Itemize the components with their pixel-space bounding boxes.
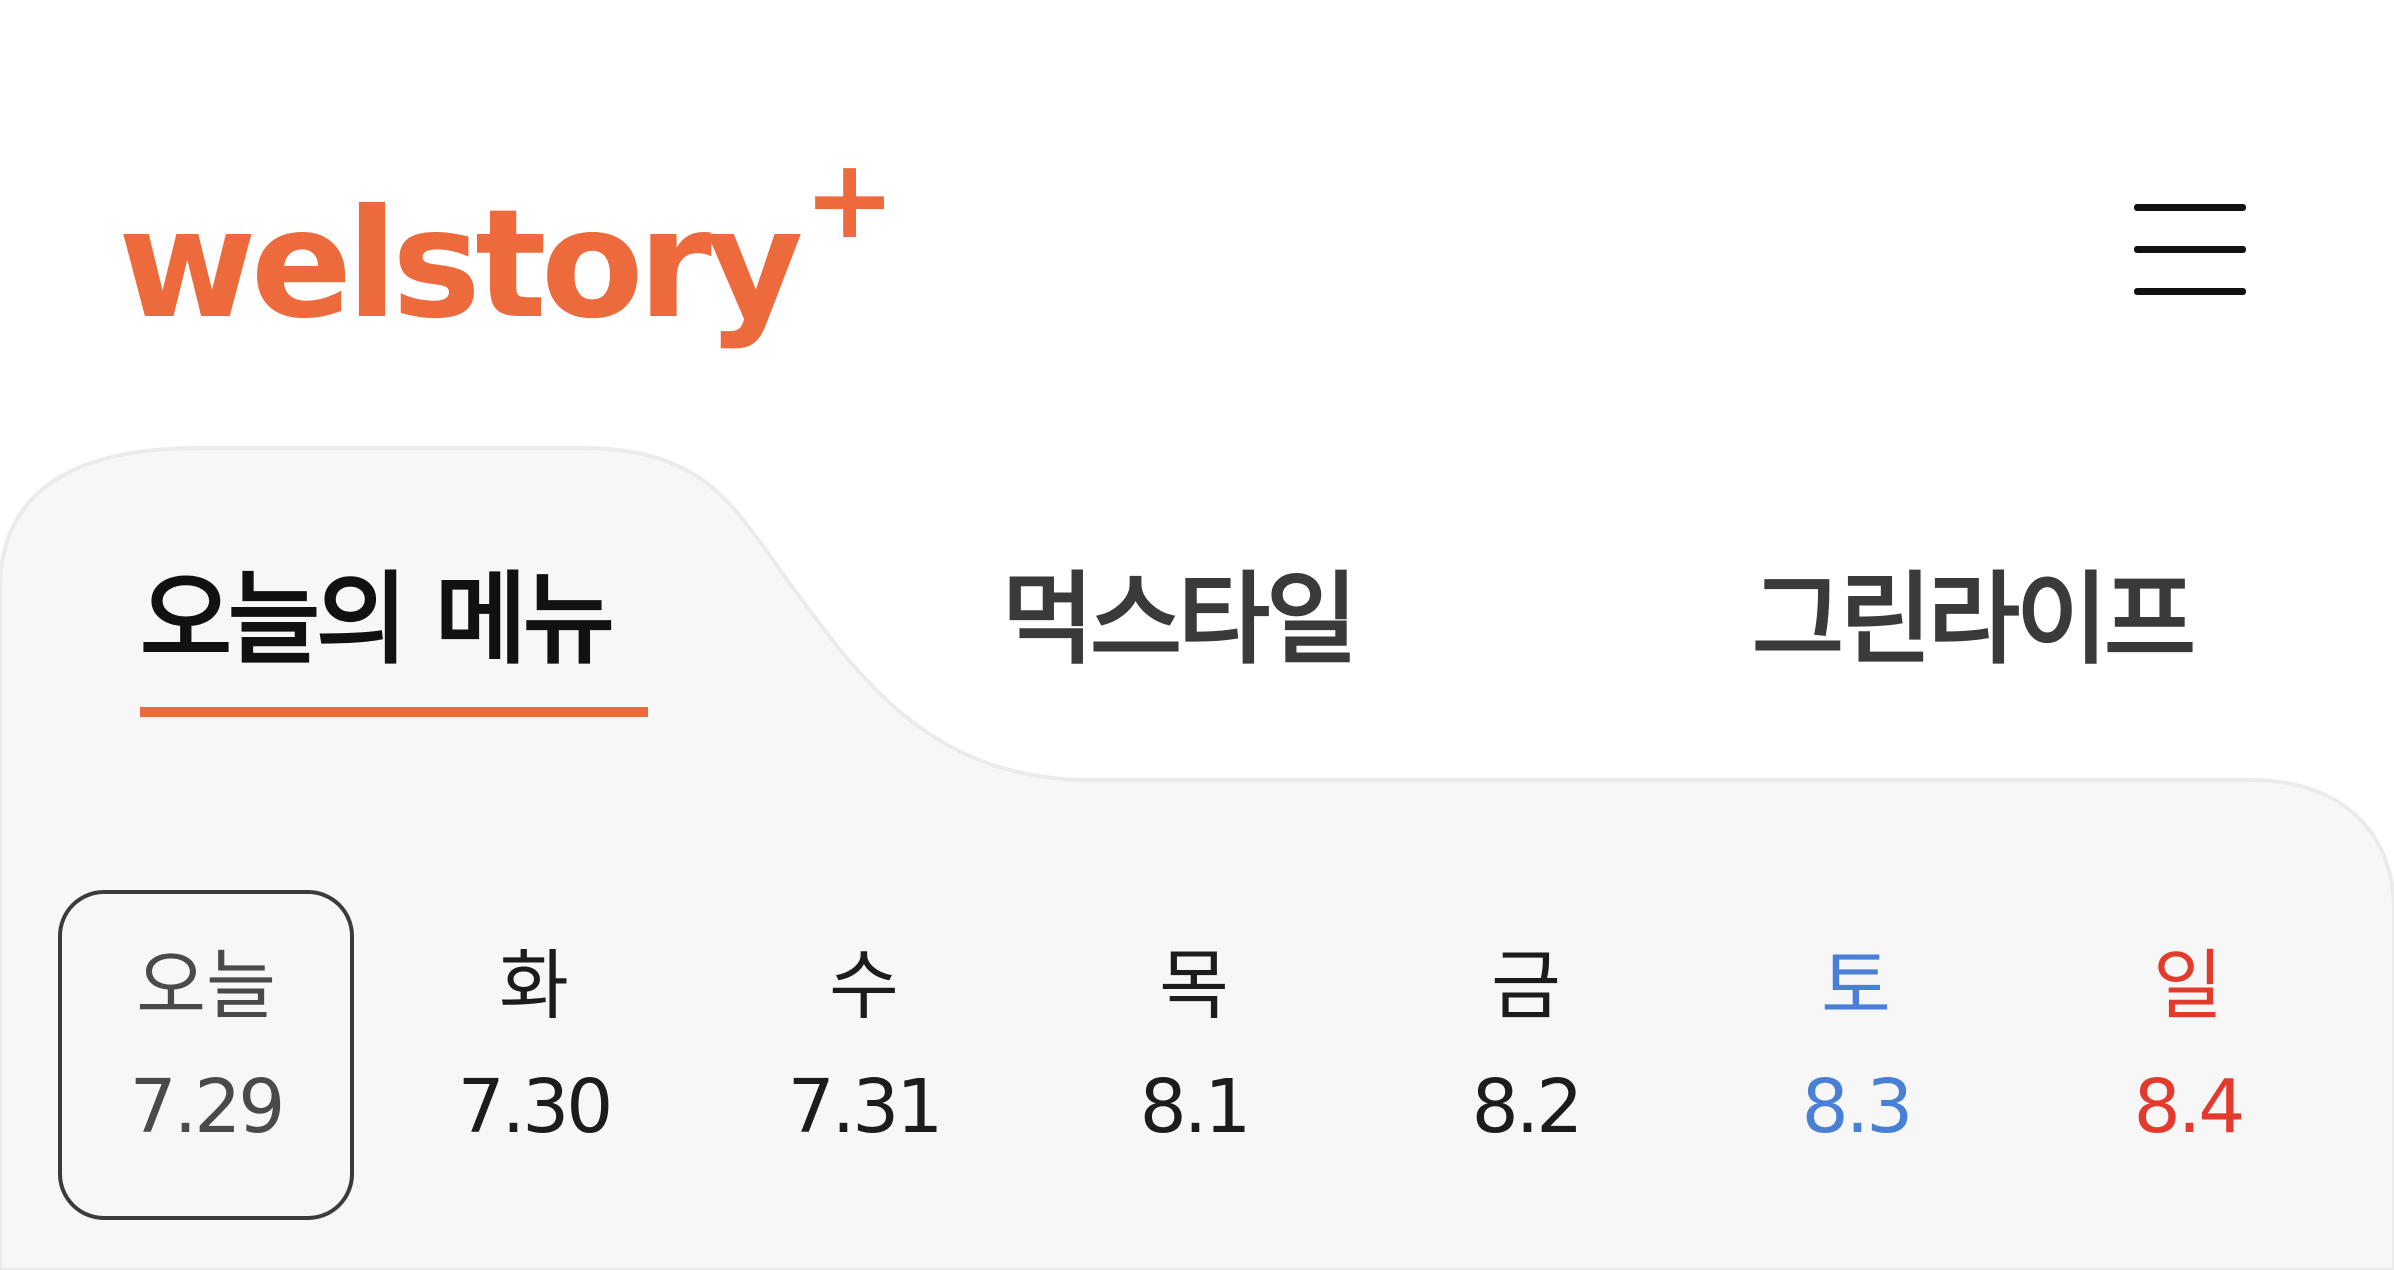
day-today[interactable]: 오늘 7.29 xyxy=(58,890,354,1220)
day-date: 7.30 xyxy=(457,1064,614,1150)
day-thu[interactable]: 목 8.1 xyxy=(1046,890,1342,1220)
day-date: 8.1 xyxy=(1139,1064,1252,1150)
welstory-logo[interactable]: welstory + xyxy=(118,144,896,352)
active-tab-indicator xyxy=(140,707,648,717)
day-tue[interactable]: 화 7.30 xyxy=(386,890,682,1220)
day-sat[interactable]: 토 8.3 xyxy=(1708,890,2004,1220)
logo-wordmark: welstory xyxy=(118,178,804,352)
day-date: 8.3 xyxy=(1801,1064,1914,1150)
day-date: 8.4 xyxy=(2133,1064,2246,1150)
menu-button[interactable] xyxy=(2120,190,2260,310)
day-date: 7.31 xyxy=(787,1064,944,1150)
day-label: 일 xyxy=(2153,941,2223,1030)
day-label: 수 xyxy=(829,941,899,1030)
day-label: 오늘 xyxy=(136,941,276,1030)
day-label: 화 xyxy=(499,941,569,1030)
app-header: welstory + xyxy=(0,0,2394,440)
day-label: 목 xyxy=(1159,941,1229,1030)
day-wed[interactable]: 수 7.31 xyxy=(716,890,1012,1220)
tab-bar: 오늘의 메뉴 먹스타일 그린라이프 xyxy=(0,440,2394,780)
logo-plus: + xyxy=(803,135,896,263)
day-label: 금 xyxy=(1491,941,1561,1030)
day-date: 7.29 xyxy=(129,1064,286,1150)
tab-greenlife[interactable]: 그린라이프 xyxy=(1752,570,2196,670)
date-selector: 오늘 7.29 화 7.30 수 7.31 목 8.1 금 8.2 토 8.3 … xyxy=(0,890,2394,1220)
day-fri[interactable]: 금 8.2 xyxy=(1378,890,1674,1220)
tab-todays-menu[interactable]: 오늘의 메뉴 xyxy=(140,570,615,670)
hamburger-menu-icon xyxy=(2134,204,2246,295)
day-date: 8.2 xyxy=(1471,1064,1584,1150)
tab-mukstyle[interactable]: 먹스타일 xyxy=(1002,570,1358,670)
day-label: 토 xyxy=(1821,941,1891,1030)
day-sun[interactable]: 일 8.4 xyxy=(2040,890,2336,1220)
